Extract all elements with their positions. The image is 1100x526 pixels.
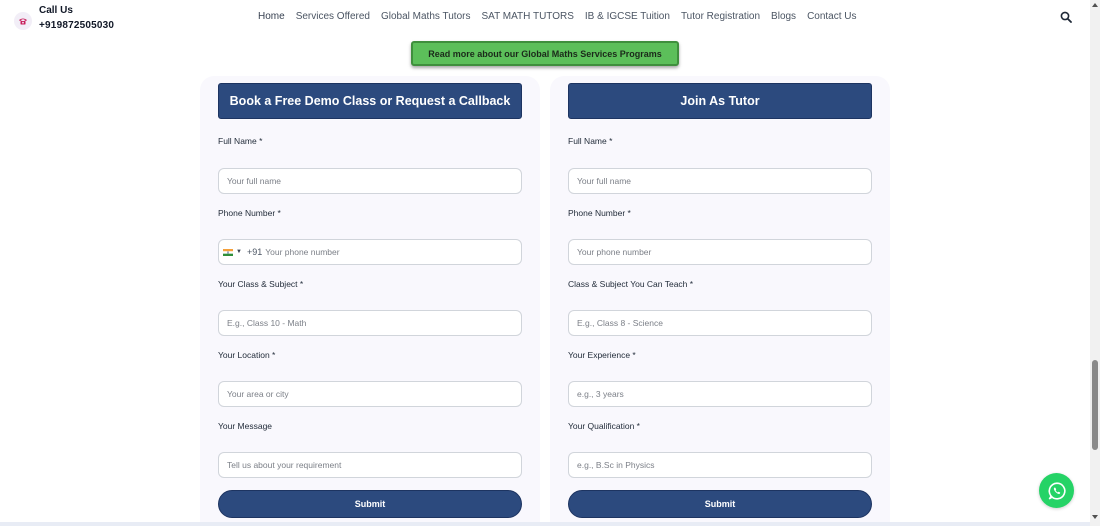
nav-services-offered[interactable]: Services Offered [296,11,370,22]
tutor-form-heading: Join As Tutor [568,83,872,119]
nav-ib-igcse-tuition[interactable]: IB & IGCSE Tuition [585,11,670,22]
location-input[interactable] [218,381,522,407]
demo-form-heading: Book a Free Demo Class or Request a Call… [218,83,522,119]
nav-home[interactable]: Home [258,11,285,22]
nav-contact-us[interactable]: Contact Us [807,11,856,22]
call-us-block[interactable]: Call Us +919872505030 [14,3,114,33]
country-dropdown-caret-icon[interactable]: ▼ [236,249,242,255]
site-header: Call Us +919872505030 Home Services Offe… [0,0,1090,36]
nav-global-maths-tutors[interactable]: Global Maths Tutors [381,11,470,22]
experience-input[interactable] [568,381,872,407]
join-tutor-form: Join As Tutor Full Name * Phone Number *… [550,76,890,526]
india-flag-icon[interactable] [223,248,233,256]
teach-subject-input[interactable] [568,310,872,336]
experience-label: Your Experience * [568,350,636,360]
scroll-down-arrow-icon[interactable] [1092,515,1098,519]
class-subject-label: Your Class & Subject * [218,279,304,289]
call-number[interactable]: +919872505030 [39,18,114,33]
bottom-border [0,522,1090,526]
message-label: Your Message [218,421,273,431]
tutor-submit-button[interactable]: Submit [568,490,872,518]
whatsapp-icon[interactable] [1039,473,1074,508]
phone-number-label: Phone Number * [218,208,281,218]
location-label: Your Location * [218,350,276,360]
call-text: Call Us +919872505030 [39,3,114,33]
qualification-input[interactable] [568,452,872,478]
full-name-input[interactable] [218,168,522,194]
nav-sat-math-tutors[interactable]: SAT MATH TUTORS [481,11,573,22]
dial-code: +91 [246,247,263,257]
qualification-label: Your Qualification * [568,421,640,431]
search-icon[interactable] [1060,11,1072,23]
tutor-full-name-label: Full Name * [568,136,613,146]
phone-number-field[interactable]: ▼ +91 [218,239,522,265]
global-maths-programs-button[interactable]: Read more about our Global Maths Service… [411,41,679,66]
class-subject-input[interactable] [218,310,522,336]
call-title: Call Us [39,5,73,16]
full-name-label: Full Name * [218,136,263,146]
demo-class-form: Book a Free Demo Class or Request a Call… [200,76,540,526]
main-nav: Home Services Offered Global Maths Tutor… [258,11,868,22]
scroll-up-arrow-icon[interactable] [1092,3,1098,7]
scrollbar-thumb[interactable] [1092,360,1098,450]
tutor-phone-label: Phone Number * [568,208,631,218]
phone-number-input[interactable] [265,247,486,257]
tutor-full-name-input[interactable] [568,168,872,194]
message-input[interactable] [218,452,522,478]
tutor-phone-input[interactable] [568,239,872,265]
nav-blogs[interactable]: Blogs [771,11,796,22]
teach-subject-label: Class & Subject You Can Teach * [568,279,694,289]
phone-icon [14,12,32,30]
demo-submit-button[interactable]: Submit [218,490,522,518]
nav-tutor-registration[interactable]: Tutor Registration [681,11,760,22]
